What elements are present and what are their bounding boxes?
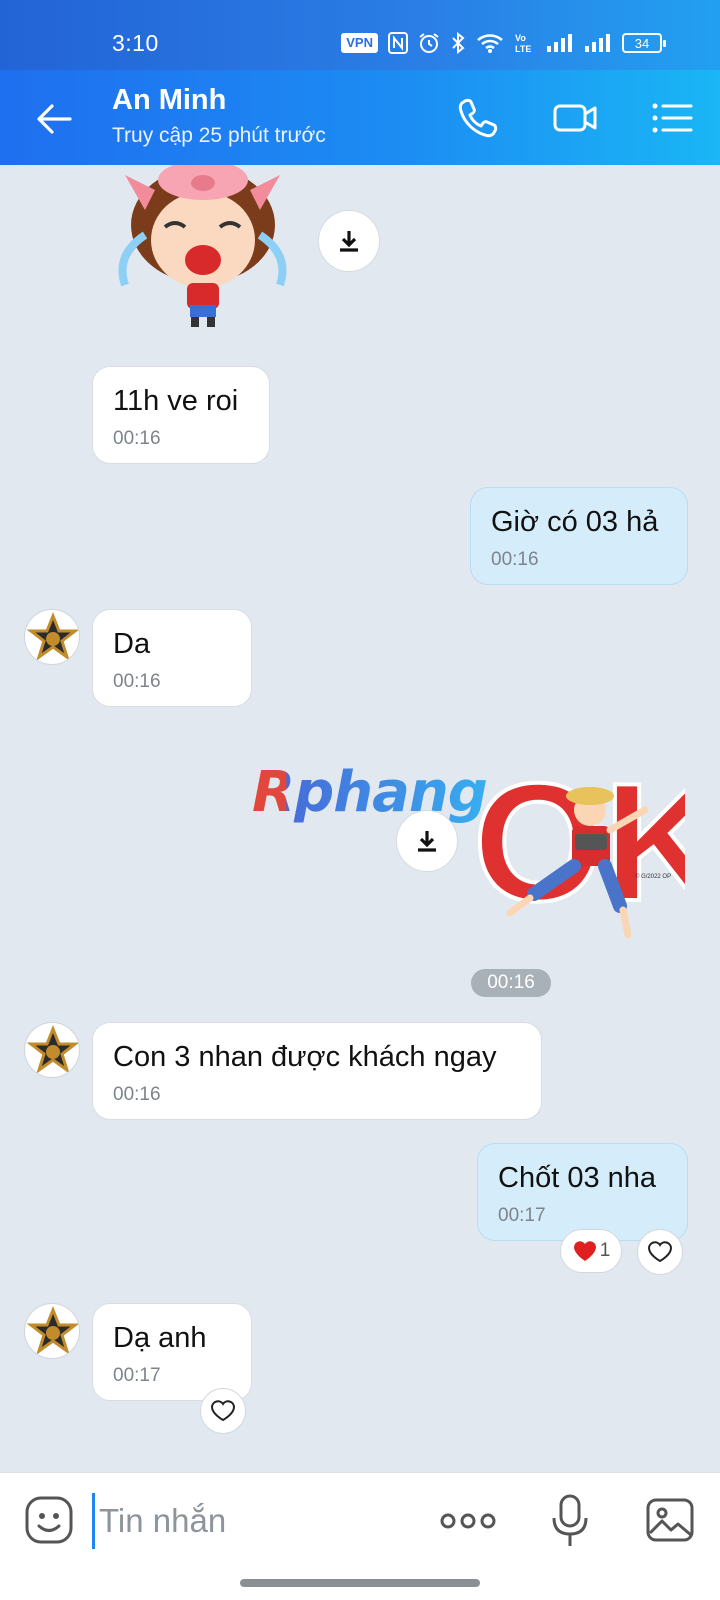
star-avatar-icon: [26, 1305, 79, 1355]
message-bubble-incoming[interactable]: Con 3 nhan được khách ngay 00:16: [92, 1022, 542, 1120]
avatar[interactable]: [24, 1022, 80, 1078]
heart-outline-icon: [647, 1241, 673, 1263]
status-bar: 3:10 VPN Vo LTE 34: [0, 0, 720, 70]
message-time: 00:16: [113, 1084, 161, 1105]
back-arrow-icon[interactable]: [30, 95, 78, 143]
message-bubble-incoming[interactable]: 11h ve roi 00:16: [92, 366, 270, 464]
svg-text:Vo: Vo: [515, 33, 526, 43]
message-text: Dạ anh: [113, 1322, 207, 1354]
image-gallery-icon[interactable]: [645, 1495, 695, 1545]
message-input-bar: [0, 1472, 720, 1600]
signal-icon-1: [547, 34, 572, 52]
nfc-icon: [388, 32, 408, 54]
sticker-copyright: © G/2022 OP: [635, 873, 671, 880]
message-time: 00:16: [491, 549, 539, 570]
battery-indicator: 34: [622, 33, 666, 53]
download-icon: [340, 231, 358, 252]
star-avatar-icon: [26, 1024, 79, 1074]
video-camera-icon[interactable]: [551, 94, 599, 142]
sticker-crying-girl[interactable]: [105, 165, 300, 330]
phone-icon[interactable]: [454, 94, 502, 142]
contact-name[interactable]: An Minh: [112, 84, 226, 117]
like-button[interactable]: [637, 1229, 683, 1275]
message-text: Chốt 03 nha: [498, 1162, 657, 1194]
message-time: 00:16: [113, 671, 161, 692]
status-time: 3:10: [112, 30, 159, 56]
sticker-ok[interactable]: OK © G/2022 OP: [475, 750, 685, 940]
message-text: Giờ có 03 hả: [491, 506, 659, 538]
heart-filled-icon: [573, 1241, 596, 1261]
avatar[interactable]: [24, 1303, 80, 1359]
more-options-icon[interactable]: [440, 1501, 496, 1541]
message-bubble-outgoing[interactable]: Chốt 03 nha 00:17: [477, 1143, 688, 1241]
message-bubble-incoming[interactable]: Da 00:16: [92, 609, 252, 707]
message-bubble-incoming[interactable]: Dạ anh 00:17: [92, 1303, 252, 1401]
menu-list-icon[interactable]: [648, 94, 696, 142]
volte-icon: VoLTE: [515, 33, 531, 54]
message-text: Con 3 nhan được khách ngay: [113, 1041, 497, 1073]
message-input[interactable]: [92, 1493, 412, 1549]
message-text: 11h ve roi: [113, 385, 239, 417]
wifi-icon: [477, 34, 503, 53]
chat-header: An Minh Truy cập 25 phút trước: [0, 70, 720, 165]
bluetooth-icon: [452, 32, 465, 54]
star-avatar-icon: [26, 611, 79, 661]
status-icons: VPN Vo LTE 34: [341, 32, 666, 54]
heart-outline-icon: [210, 1400, 236, 1422]
alarm-icon: [419, 33, 439, 53]
avatar[interactable]: [24, 609, 80, 665]
message-text: Da: [113, 628, 151, 660]
emoji-icon[interactable]: [24, 1495, 74, 1545]
signal-icon-2: [585, 34, 610, 52]
contact-last-seen: Truy cập 25 phút trước: [112, 124, 326, 147]
message-time: 00:17: [113, 1365, 161, 1386]
svg-text:LTE: LTE: [515, 44, 531, 54]
microphone-icon[interactable]: [550, 1493, 590, 1549]
time-divider: 00:16: [471, 969, 551, 997]
message-time: 00:16: [113, 428, 161, 449]
message-time: 00:17: [498, 1205, 546, 1226]
like-button[interactable]: [200, 1388, 246, 1434]
home-indicator[interactable]: [240, 1579, 480, 1587]
reaction-summary[interactable]: 1: [560, 1229, 622, 1273]
watermark: Rphang: [252, 760, 488, 825]
download-sticker-button-1[interactable]: [318, 210, 380, 272]
download-sticker-button-2[interactable]: [396, 810, 458, 872]
download-icon: [418, 831, 436, 852]
reaction-count: 1: [599, 1240, 611, 1261]
message-bubble-outgoing[interactable]: Giờ có 03 hả 00:16: [470, 487, 688, 585]
vpn-indicator: VPN: [341, 33, 378, 53]
